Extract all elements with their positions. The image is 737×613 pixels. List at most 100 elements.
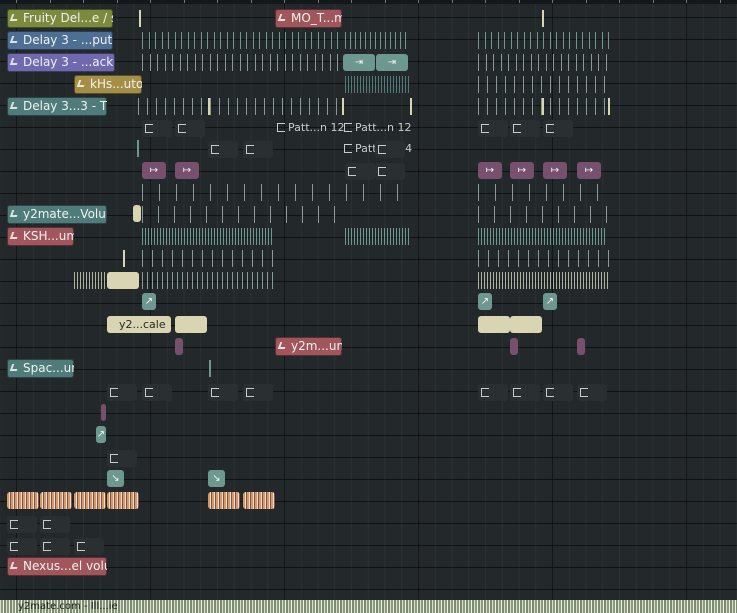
automation-marker xyxy=(348,228,349,245)
pattern-clip[interactable] xyxy=(243,384,273,401)
ruler-tick xyxy=(16,0,17,3)
pattern-clip[interactable] xyxy=(375,141,405,158)
pattern-clip[interactable] xyxy=(543,384,573,401)
pattern-clip[interactable] xyxy=(375,163,405,180)
automation-marker xyxy=(250,228,251,245)
automation-marker xyxy=(259,32,260,49)
automation-marker xyxy=(156,98,157,115)
sample-clip[interactable]: ↦ xyxy=(510,162,534,179)
pattern-icon xyxy=(513,124,521,133)
automation-clip-mo-t-volume[interactable]: MO_T...me xyxy=(275,9,342,28)
audio-clip[interactable] xyxy=(175,316,207,333)
automation-clip-space-volume[interactable]: Spac...ume xyxy=(7,359,74,378)
audio-clip[interactable] xyxy=(478,316,510,333)
audio-clip-label: y2...cale xyxy=(119,318,166,331)
pattern-icon xyxy=(211,388,219,397)
automation-marker xyxy=(210,54,211,71)
footer-audio-track[interactable]: y2mate.com - Ill...ie xyxy=(0,600,737,613)
automation-marker xyxy=(187,228,188,245)
sample-clip[interactable]: ↘ xyxy=(208,470,225,487)
pattern-clip[interactable] xyxy=(510,120,540,137)
sample-clip[interactable]: ↗ xyxy=(478,293,492,310)
sample-clip[interactable]: ⇥ xyxy=(376,54,408,71)
pattern-clip[interactable] xyxy=(142,120,172,137)
automation-marker xyxy=(541,272,542,289)
automation-clip-delay3-time[interactable]: Delay 3...3 - Time xyxy=(7,97,107,116)
sample-clip[interactable] xyxy=(510,338,518,355)
sample-clip[interactable] xyxy=(577,338,585,355)
automation-clip-delay3-output-wet[interactable]: Delay 3 - ...put wet xyxy=(7,31,113,50)
audio-clip-waveform[interactable] xyxy=(74,492,106,509)
pattern-icon xyxy=(546,388,554,397)
ruler-tick xyxy=(83,0,84,3)
sample-clip[interactable]: ↗ xyxy=(96,426,106,443)
sample-clip[interactable]: ↦ xyxy=(142,162,166,179)
pattern-clip[interactable] xyxy=(74,538,104,555)
audio-clip[interactable] xyxy=(107,272,139,289)
automation-marker xyxy=(583,228,584,245)
sample-clip[interactable] xyxy=(101,404,106,421)
automation-marker xyxy=(165,98,166,115)
pattern-clip[interactable] xyxy=(7,516,37,533)
sample-clip[interactable] xyxy=(133,205,141,222)
automation-marker xyxy=(174,98,175,115)
pattern-clip[interactable] xyxy=(243,141,273,158)
sample-clip[interactable]: ⇥ xyxy=(343,54,375,71)
audio-clip-waveform[interactable] xyxy=(208,492,240,509)
automation-marker xyxy=(402,228,403,245)
sample-clip[interactable]: ↦ xyxy=(543,162,567,179)
pattern-clip[interactable] xyxy=(577,384,607,401)
sample-clip[interactable]: ↦ xyxy=(175,162,199,179)
pattern-clip[interactable] xyxy=(510,384,540,401)
pattern-clip[interactable] xyxy=(7,538,37,555)
pattern-icon xyxy=(110,454,118,463)
pattern-clip-pattern-12-second[interactable]: Patt...n 12 xyxy=(344,119,411,136)
pattern-clip[interactable] xyxy=(107,384,137,401)
pattern-clip[interactable] xyxy=(208,141,238,158)
automation-clip-nexus-volume[interactable]: Nexus...el volume xyxy=(7,557,107,576)
automation-marker xyxy=(606,206,607,223)
automation-clip-khs-cutoff[interactable]: kHs...utoff xyxy=(74,75,142,94)
automation-marker xyxy=(331,32,332,49)
pattern-clip[interactable] xyxy=(345,163,375,180)
audio-clip-waveform[interactable] xyxy=(7,492,39,509)
automation-marker xyxy=(478,206,479,223)
pattern-clip[interactable] xyxy=(478,384,508,401)
audio-clip-waveform[interactable] xyxy=(107,492,139,509)
automation-marker xyxy=(157,228,158,245)
automation-marker xyxy=(591,54,592,71)
sample-clip[interactable]: ↦ xyxy=(577,162,601,179)
automation-marker xyxy=(400,32,401,49)
pattern-clip[interactable] xyxy=(175,120,205,137)
automation-marker xyxy=(77,272,78,289)
audio-clip-waveform[interactable] xyxy=(243,492,275,509)
audio-clip-y2-scale[interactable]: y2...cale xyxy=(107,316,171,333)
pattern-clip[interactable] xyxy=(208,384,238,401)
sample-clip[interactable]: ↗ xyxy=(543,293,557,310)
sample-clip[interactable]: ↗ xyxy=(142,293,156,310)
sample-clip[interactable]: ↘ xyxy=(107,470,124,487)
automation-clip-delay3-feedback-level[interactable]: Delay 3 - ...ack level xyxy=(7,53,115,72)
pattern-clip[interactable] xyxy=(142,384,172,401)
playlist-arrangement[interactable]: Fruity Del...e / solo MO_T...me Delay 3 … xyxy=(0,0,737,613)
pattern-clip[interactable] xyxy=(478,120,508,137)
automation-clip-y2mate-volume[interactable]: y2mate...Volume xyxy=(7,205,107,224)
automation-clip-y2m-volume[interactable]: y2m...ume xyxy=(275,337,342,356)
automation-clip-fruity-delay-solo[interactable]: Fruity Del...e / solo xyxy=(7,9,113,28)
pattern-clip[interactable] xyxy=(107,450,137,467)
pattern-clip[interactable] xyxy=(543,120,573,137)
pattern-clip[interactable] xyxy=(40,516,70,533)
audio-clip-waveform[interactable] xyxy=(40,492,72,509)
sample-clip[interactable]: ↦ xyxy=(478,162,502,179)
clip-label: Delay 3...3 - Time xyxy=(23,99,107,113)
automation-marker xyxy=(390,32,391,49)
timeline-ruler[interactable] xyxy=(0,0,737,4)
pattern-clip-pattern-12[interactable]: Patt...n 12 xyxy=(277,119,344,136)
automation-marker xyxy=(563,32,564,49)
clip-label: Fruity Del...e / solo xyxy=(23,11,113,25)
sample-clip[interactable] xyxy=(175,338,183,355)
clip-label: y2mate...Volume xyxy=(23,207,107,221)
automation-clip-ksh-volume[interactable]: KSH...ume xyxy=(7,227,74,246)
pattern-clip[interactable] xyxy=(40,538,70,555)
audio-clip[interactable] xyxy=(510,316,542,333)
